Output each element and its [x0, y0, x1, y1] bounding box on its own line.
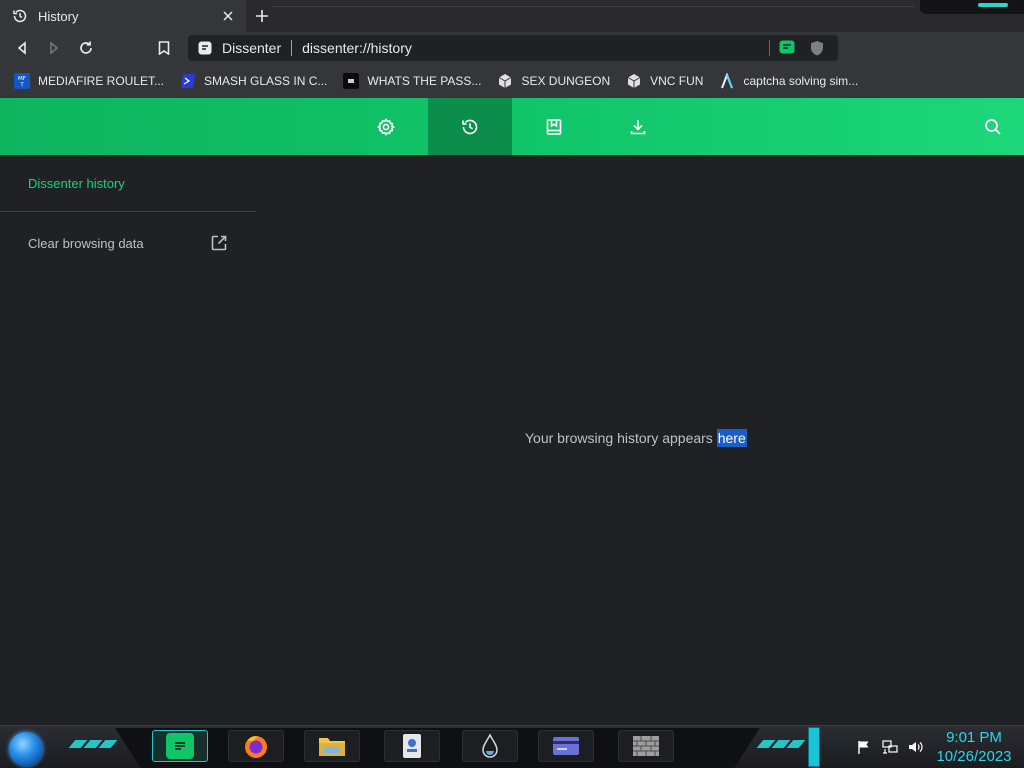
bookmark-item[interactable]: VNC FUN	[626, 70, 703, 92]
history-icon	[12, 8, 28, 24]
taskbar-app-card[interactable]	[538, 730, 594, 762]
history-button[interactable]	[428, 98, 512, 155]
taskbar: 9:01 PM 10/26/2023	[0, 725, 1024, 768]
bookmark-label: SMASH GLASS IN C...	[204, 74, 328, 88]
network-icon[interactable]	[882, 739, 898, 755]
back-button[interactable]	[12, 38, 32, 58]
gear-icon	[376, 117, 396, 137]
tabstrip-divider	[272, 6, 914, 7]
bookmark-item[interactable]: SMASH GLASS IN C...	[180, 70, 327, 92]
app-header	[0, 98, 1024, 155]
system-clock[interactable]: 9:01 PM 10/26/2023	[928, 728, 1020, 766]
sidebar-title[interactable]: Dissenter history	[28, 176, 125, 191]
sidebar-divider	[0, 211, 256, 212]
svg-text:T: T	[19, 83, 24, 89]
dissenter-app-icon	[166, 733, 194, 759]
system-tray	[856, 739, 924, 755]
bookmark-label: VNC FUN	[650, 74, 704, 88]
site-name: Dissenter	[222, 40, 282, 56]
contact-card-icon	[398, 733, 426, 759]
mediafire-icon: MF T	[14, 73, 30, 89]
empty-history-text: Your browsing history appears	[525, 430, 713, 446]
empty-history-message: Your browsing history appears here	[525, 429, 747, 447]
shield-icon[interactable]	[808, 39, 826, 57]
taskbar-app-contacts[interactable]	[384, 730, 440, 762]
address-bar[interactable]: Dissenter dissenter://history	[188, 35, 838, 61]
water-drop-icon	[476, 733, 504, 759]
close-icon[interactable]	[220, 8, 236, 24]
svg-text:MF: MF	[18, 76, 26, 82]
external-link-icon	[210, 234, 228, 252]
firefox-icon	[242, 733, 270, 759]
clear-browsing-data-label: Clear browsing data	[28, 235, 144, 251]
taskbar-app-dissenter[interactable]	[152, 730, 208, 762]
flag-icon[interactable]	[856, 739, 872, 755]
bookmark-item[interactable]: SEX DUNGEON	[497, 70, 610, 92]
bookmark-item[interactable]: captcha solving sim...	[719, 70, 858, 92]
clock-date: 10/26/2023	[936, 748, 1012, 765]
bookmark-label: captcha solving sim...	[743, 74, 859, 88]
url-text[interactable]: dissenter://history	[302, 40, 769, 56]
dissenter-comment-icon[interactable]	[778, 39, 796, 57]
history-icon	[460, 117, 480, 137]
bookmarks-bar: MF T MEDIAFIRE ROULET... SMASH GLASS IN C…	[0, 64, 1024, 98]
clear-browsing-data-link[interactable]: Clear browsing data	[28, 232, 228, 254]
bookmark-item[interactable]: WHATS THE PASS...	[343, 70, 481, 92]
tab-strip: History	[0, 0, 1024, 32]
bookmark-item[interactable]: MF T MEDIAFIRE ROULET...	[14, 70, 164, 92]
taskbar-app-firefox[interactable]	[228, 730, 284, 762]
taskbar-app-file-explorer[interactable]	[304, 730, 360, 762]
show-desktop-button[interactable]	[808, 727, 820, 767]
cube-icon	[626, 73, 642, 89]
terminal-icon	[343, 73, 360, 89]
forward-button[interactable]	[44, 38, 64, 58]
extension-separator	[769, 40, 770, 56]
downloads-button[interactable]	[596, 98, 680, 155]
bookmark-label: MEDIAFIRE ROULET...	[38, 74, 165, 88]
taskbar-app-firewall[interactable]	[618, 730, 674, 762]
reload-button[interactable]	[76, 38, 96, 58]
bookmark-label: WHATS THE PASS...	[367, 74, 482, 88]
tab-title: History	[38, 8, 79, 24]
taskbar-decoration-left	[68, 740, 118, 748]
new-tab-button[interactable]	[252, 6, 272, 26]
powershell-icon	[180, 73, 196, 89]
selected-text: here	[716, 429, 747, 447]
omnibox-separator	[291, 40, 293, 56]
bookmark-label: SEX DUNGEON	[521, 74, 611, 88]
tab-history[interactable]: History	[0, 0, 246, 32]
taskbar-app-water[interactable]	[462, 730, 518, 762]
lambda-icon	[719, 73, 735, 89]
bookmarks-button[interactable]	[512, 98, 596, 155]
browser-toolbar: Dissenter dissenter://history	[0, 32, 1024, 89]
start-button[interactable]	[9, 732, 43, 766]
sidebar: Dissenter history Clear browsing data	[0, 155, 256, 725]
folder-icon	[318, 733, 346, 759]
download-icon	[629, 118, 647, 136]
credit-card-icon	[552, 733, 580, 759]
clock-time: 9:01 PM	[946, 729, 1002, 746]
taskbar-decoration-right	[756, 740, 806, 748]
search-icon[interactable]	[980, 114, 1006, 140]
settings-button[interactable]	[344, 98, 428, 155]
bookmarks-icon	[545, 118, 563, 136]
bookmark-page-button[interactable]	[154, 38, 174, 58]
volume-icon[interactable]	[908, 739, 924, 755]
window-frame-decoration	[920, 0, 1024, 14]
brick-wall-icon	[632, 733, 660, 759]
page-icon	[198, 41, 212, 55]
cube-icon	[497, 73, 513, 89]
